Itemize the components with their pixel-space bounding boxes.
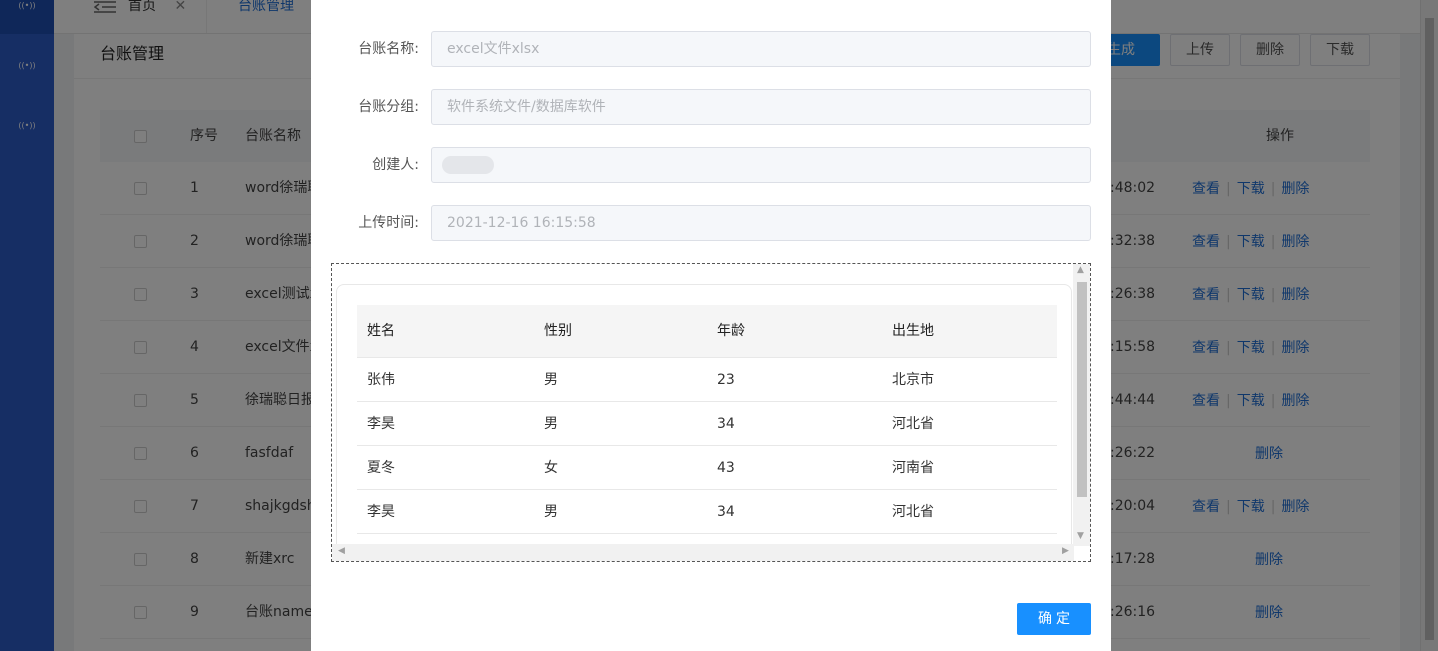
ledger-detail-dialog: 台账名称: excel文件xlsx 台账分组: 软件系统文件/数据库软件 创建人… xyxy=(311,0,1111,651)
cell-age: 23 xyxy=(717,372,735,388)
preview-table-header: 姓名 性别 年龄 出生地 xyxy=(357,305,1057,358)
field-label-upload-time: 上传时间: xyxy=(358,215,419,231)
field-label-creator: 创建人: xyxy=(372,157,419,173)
field-label-group: 台账分组: xyxy=(358,99,419,115)
col-birthplace: 出生地 xyxy=(892,323,934,339)
cell-birthplace: 河南省 xyxy=(892,460,934,476)
cell-gender: 男 xyxy=(544,504,558,520)
cell-name: 夏冬 xyxy=(367,460,395,476)
ledger-name-input[interactable]: excel文件xlsx xyxy=(431,31,1091,67)
ledger-group-input[interactable]: 软件系统文件/数据库软件 xyxy=(431,89,1091,125)
creator-input[interactable] xyxy=(431,147,1091,183)
upload-time-input[interactable]: 2021-12-16 16:15:58 xyxy=(431,205,1091,241)
preview-table-row: 李昊 男 34 河北省 xyxy=(357,402,1057,446)
preview-card: 姓名 性别 年龄 出生地 张伟男 23 北京市 李昊男 34 河北省 夏冬女 43 河南省 李昊男… xyxy=(336,284,1072,561)
scroll-right-icon[interactable]: ▶ xyxy=(1062,546,1069,556)
file-preview-area[interactable]: 姓名 性别 年龄 出生地 张伟男 23 北京市 李昊男 34 河北省 夏冬女 43 河南省 李昊男… xyxy=(331,263,1091,562)
preview-vertical-scrollbar[interactable]: ▲ ▼ xyxy=(1073,264,1090,546)
col-age: 年龄 xyxy=(717,323,745,339)
cell-name: 李昊 xyxy=(367,416,395,432)
redacted-creator xyxy=(442,156,494,174)
cell-name: 张伟 xyxy=(367,372,395,388)
cell-gender: 女 xyxy=(544,460,558,476)
preview-table-row: 李昊 男 34 河北省 xyxy=(357,490,1057,534)
col-gender: 性别 xyxy=(544,323,572,339)
preview-table-row: 夏冬 女 43 河南省 xyxy=(357,446,1057,490)
scroll-down-icon[interactable]: ▼ xyxy=(1077,531,1084,541)
preview-table-row: 张伟 男 23 北京市 xyxy=(357,358,1057,402)
cell-birthplace: 河北省 xyxy=(892,504,934,520)
field-label-name: 台账名称: xyxy=(358,41,419,57)
cell-gender: 男 xyxy=(544,416,558,432)
preview-scroll-thumb[interactable] xyxy=(1077,282,1087,497)
cell-age: 34 xyxy=(717,416,735,432)
confirm-label: 确定 xyxy=(1038,611,1074,627)
confirm-button[interactable]: 确定 xyxy=(1017,603,1091,635)
cell-age: 34 xyxy=(717,504,735,520)
cell-birthplace: 北京市 xyxy=(892,372,934,388)
preview-horizontal-scrollbar[interactable]: ◀ ▶ xyxy=(332,544,1074,561)
scroll-up-icon[interactable]: ▲ xyxy=(1077,265,1084,275)
cell-gender: 男 xyxy=(544,372,558,388)
cell-birthplace: 河北省 xyxy=(892,416,934,432)
cell-age: 43 xyxy=(717,460,735,476)
cell-name: 李昊 xyxy=(367,504,395,520)
scroll-left-icon[interactable]: ◀ xyxy=(338,546,345,556)
col-name: 姓名 xyxy=(367,323,395,339)
